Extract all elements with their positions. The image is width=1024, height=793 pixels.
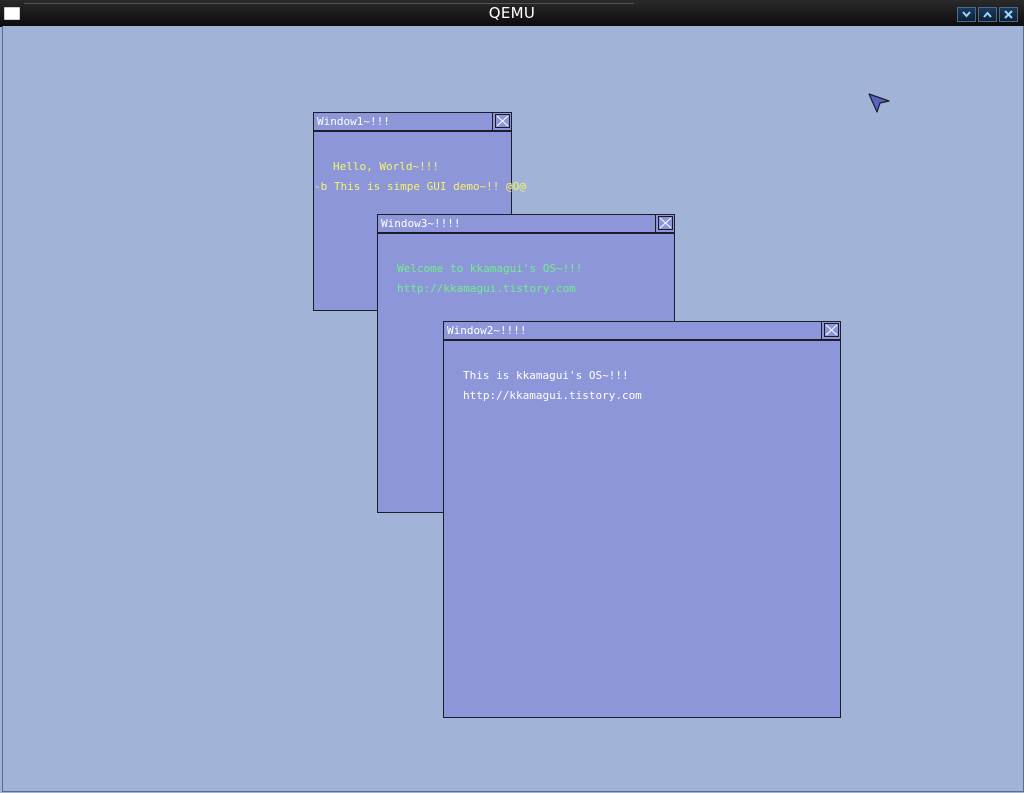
minimize-icon <box>962 11 971 18</box>
close-icon <box>657 216 673 230</box>
window3-titlebar[interactable]: Window3~!!!! <box>378 215 674 234</box>
window1-line-1: Hello, World~!!! <box>333 160 439 173</box>
window2[interactable]: Window2~!!!! This is kkamagui's OS~!!! h… <box>443 321 841 718</box>
close-icon <box>494 114 510 128</box>
window3-close-button[interactable] <box>655 215 674 232</box>
maximize-button[interactable] <box>978 7 997 22</box>
guest-desktop[interactable]: Window1~!!! Hello, World~!!! -b This is … <box>2 26 1024 792</box>
maximize-icon <box>983 11 992 18</box>
close-icon <box>823 323 839 337</box>
window3-title: Window3~!!!! <box>381 217 461 230</box>
window3-line-1: Welcome to kkamagui's OS~!!! <box>397 262 583 275</box>
window3-line-2: http://kkamagui.tistory.com <box>397 282 576 295</box>
window2-title: Window2~!!!! <box>447 324 527 337</box>
host-titlebar: QEMU <box>0 0 1024 27</box>
close-icon <box>1004 10 1013 19</box>
host-window-title: QEMU <box>488 4 536 22</box>
close-button[interactable] <box>999 7 1018 22</box>
window2-close-button[interactable] <box>821 322 840 339</box>
window2-titlebar[interactable]: Window2~!!!! <box>444 322 840 341</box>
host-window-buttons <box>957 7 1018 22</box>
window2-line-1: This is kkamagui's OS~!!! <box>463 369 629 382</box>
window1-line-2: -b This is simpe GUI demo~!! @O@ <box>314 180 526 193</box>
window2-line-2: http://kkamagui.tistory.com <box>463 389 642 402</box>
mouse-cursor-icon <box>868 93 890 113</box>
window1-title: Window1~!!! <box>317 115 390 128</box>
window1-titlebar[interactable]: Window1~!!! <box>314 113 511 132</box>
minimize-button[interactable] <box>957 7 976 22</box>
window1-close-button[interactable] <box>492 113 511 130</box>
